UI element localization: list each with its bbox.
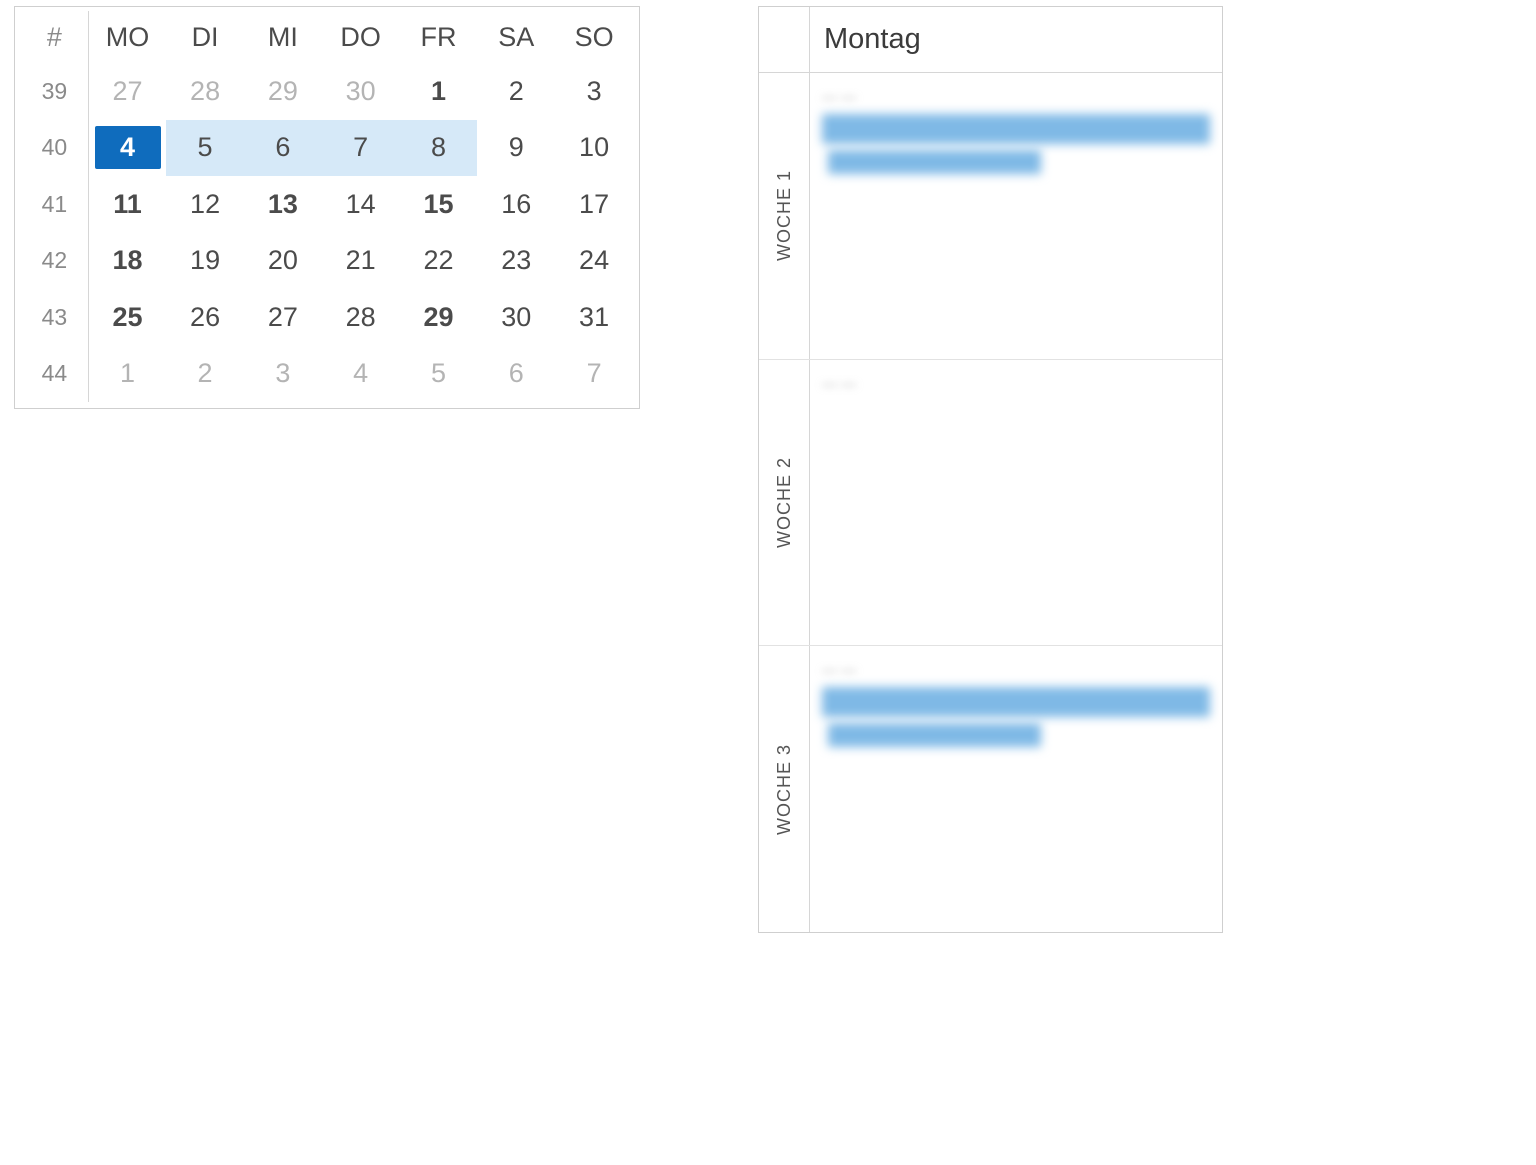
calendar-day[interactable]: 2 [477,63,555,120]
calendar-day[interactable]: 16 [477,176,555,233]
week-label: WOCHE 3 [774,744,795,835]
schedule-day-cell[interactable]: — — [810,360,1222,646]
calendar-day[interactable]: 5 [400,346,478,403]
schedule-day-title[interactable]: Montag [810,7,1222,72]
calendar-day[interactable]: 31 [555,289,633,346]
calendar-day[interactable]: 5 [166,120,244,177]
calendar-event[interactable] [822,114,1210,144]
calendar-day[interactable]: 23 [477,233,555,290]
day-header-fr[interactable]: FR [400,11,478,63]
schedule-panel: Montag WOCHE 1 — — WOCHE 2 — — WOCHE 3 — — [758,6,1223,933]
week-number[interactable]: 42 [21,233,88,290]
calendar-day[interactable]: 26 [166,289,244,346]
calendar-event[interactable] [828,723,1041,747]
schedule-header-gutter [759,7,810,72]
calendar-day[interactable]: 20 [244,233,322,290]
today-marker[interactable]: 4 [95,126,161,169]
week-label: WOCHE 1 [774,170,795,261]
cell-date-chip: — — [822,89,1210,106]
calendar-day[interactable]: 29 [244,63,322,120]
calendar-day[interactable]: 14 [322,176,400,233]
schedule-week-row: WOCHE 3 — — [759,646,1222,932]
calendar-day[interactable]: 13 [244,176,322,233]
calendar-day[interactable]: 29 [400,289,478,346]
calendar-day[interactable]: 1 [400,63,478,120]
calendar-day[interactable]: 9 [477,120,555,177]
calendar-day[interactable]: 3 [555,63,633,120]
schedule-day-cell[interactable]: — — [810,646,1222,932]
schedule-day-cell[interactable]: — — [810,73,1222,359]
calendar-day[interactable]: 27 [244,289,322,346]
calendar-day[interactable]: 4 [88,120,166,177]
calendar-day[interactable]: 3 [244,346,322,403]
calendar-day[interactable]: 21 [322,233,400,290]
week-number[interactable]: 41 [21,176,88,233]
calendar-day[interactable]: 28 [166,63,244,120]
calendar-day[interactable]: 30 [477,289,555,346]
calendar-day[interactable]: 10 [555,120,633,177]
calendar-day[interactable]: 28 [322,289,400,346]
calendar-day[interactable]: 30 [322,63,400,120]
calendar-day[interactable]: 4 [322,346,400,403]
schedule-week-row: WOCHE 1 — — [759,73,1222,360]
calendar-day[interactable]: 6 [244,120,322,177]
calendar-day[interactable]: 7 [555,346,633,403]
calendar-day[interactable]: 11 [88,176,166,233]
day-header-mi[interactable]: MI [244,11,322,63]
calendar-day[interactable]: 24 [555,233,633,290]
day-header-di[interactable]: DI [166,11,244,63]
week-gutter[interactable]: WOCHE 2 [759,360,810,646]
calendar-day[interactable]: 6 [477,346,555,403]
calendar-day[interactable]: 15 [400,176,478,233]
mini-calendar: # MO DI MI DO FR SA SO 39272829301234045… [14,6,640,409]
day-header-so[interactable]: SO [555,11,633,63]
week-label: WOCHE 2 [774,457,795,548]
calendar-day[interactable]: 19 [166,233,244,290]
mini-calendar-table: # MO DI MI DO FR SA SO 39272829301234045… [21,11,633,402]
week-gutter[interactable]: WOCHE 3 [759,646,810,932]
calendar-event[interactable] [822,687,1210,717]
calendar-day[interactable]: 12 [166,176,244,233]
week-number[interactable]: 40 [21,120,88,177]
calendar-day[interactable]: 8 [400,120,478,177]
calendar-day[interactable]: 7 [322,120,400,177]
day-header-do[interactable]: DO [322,11,400,63]
calendar-day[interactable]: 2 [166,346,244,403]
week-gutter[interactable]: WOCHE 1 [759,73,810,359]
day-header-sa[interactable]: SA [477,11,555,63]
schedule-header: Montag [759,7,1222,73]
calendar-day[interactable]: 22 [400,233,478,290]
calendar-day[interactable]: 1 [88,346,166,403]
week-number[interactable]: 44 [21,346,88,403]
week-header: # [21,11,88,63]
calendar-day[interactable]: 18 [88,233,166,290]
cell-date-chip: — — [822,376,1210,393]
cell-date-chip: — — [822,662,1210,679]
week-number[interactable]: 43 [21,289,88,346]
calendar-day[interactable]: 17 [555,176,633,233]
calendar-event[interactable] [828,150,1041,174]
calendar-day[interactable]: 25 [88,289,166,346]
calendar-day[interactable]: 27 [88,63,166,120]
week-number[interactable]: 39 [21,63,88,120]
schedule-body: WOCHE 1 — — WOCHE 2 — — WOCHE 3 — — [759,73,1222,932]
schedule-week-row: WOCHE 2 — — [759,360,1222,647]
day-header-mo[interactable]: MO [88,11,166,63]
